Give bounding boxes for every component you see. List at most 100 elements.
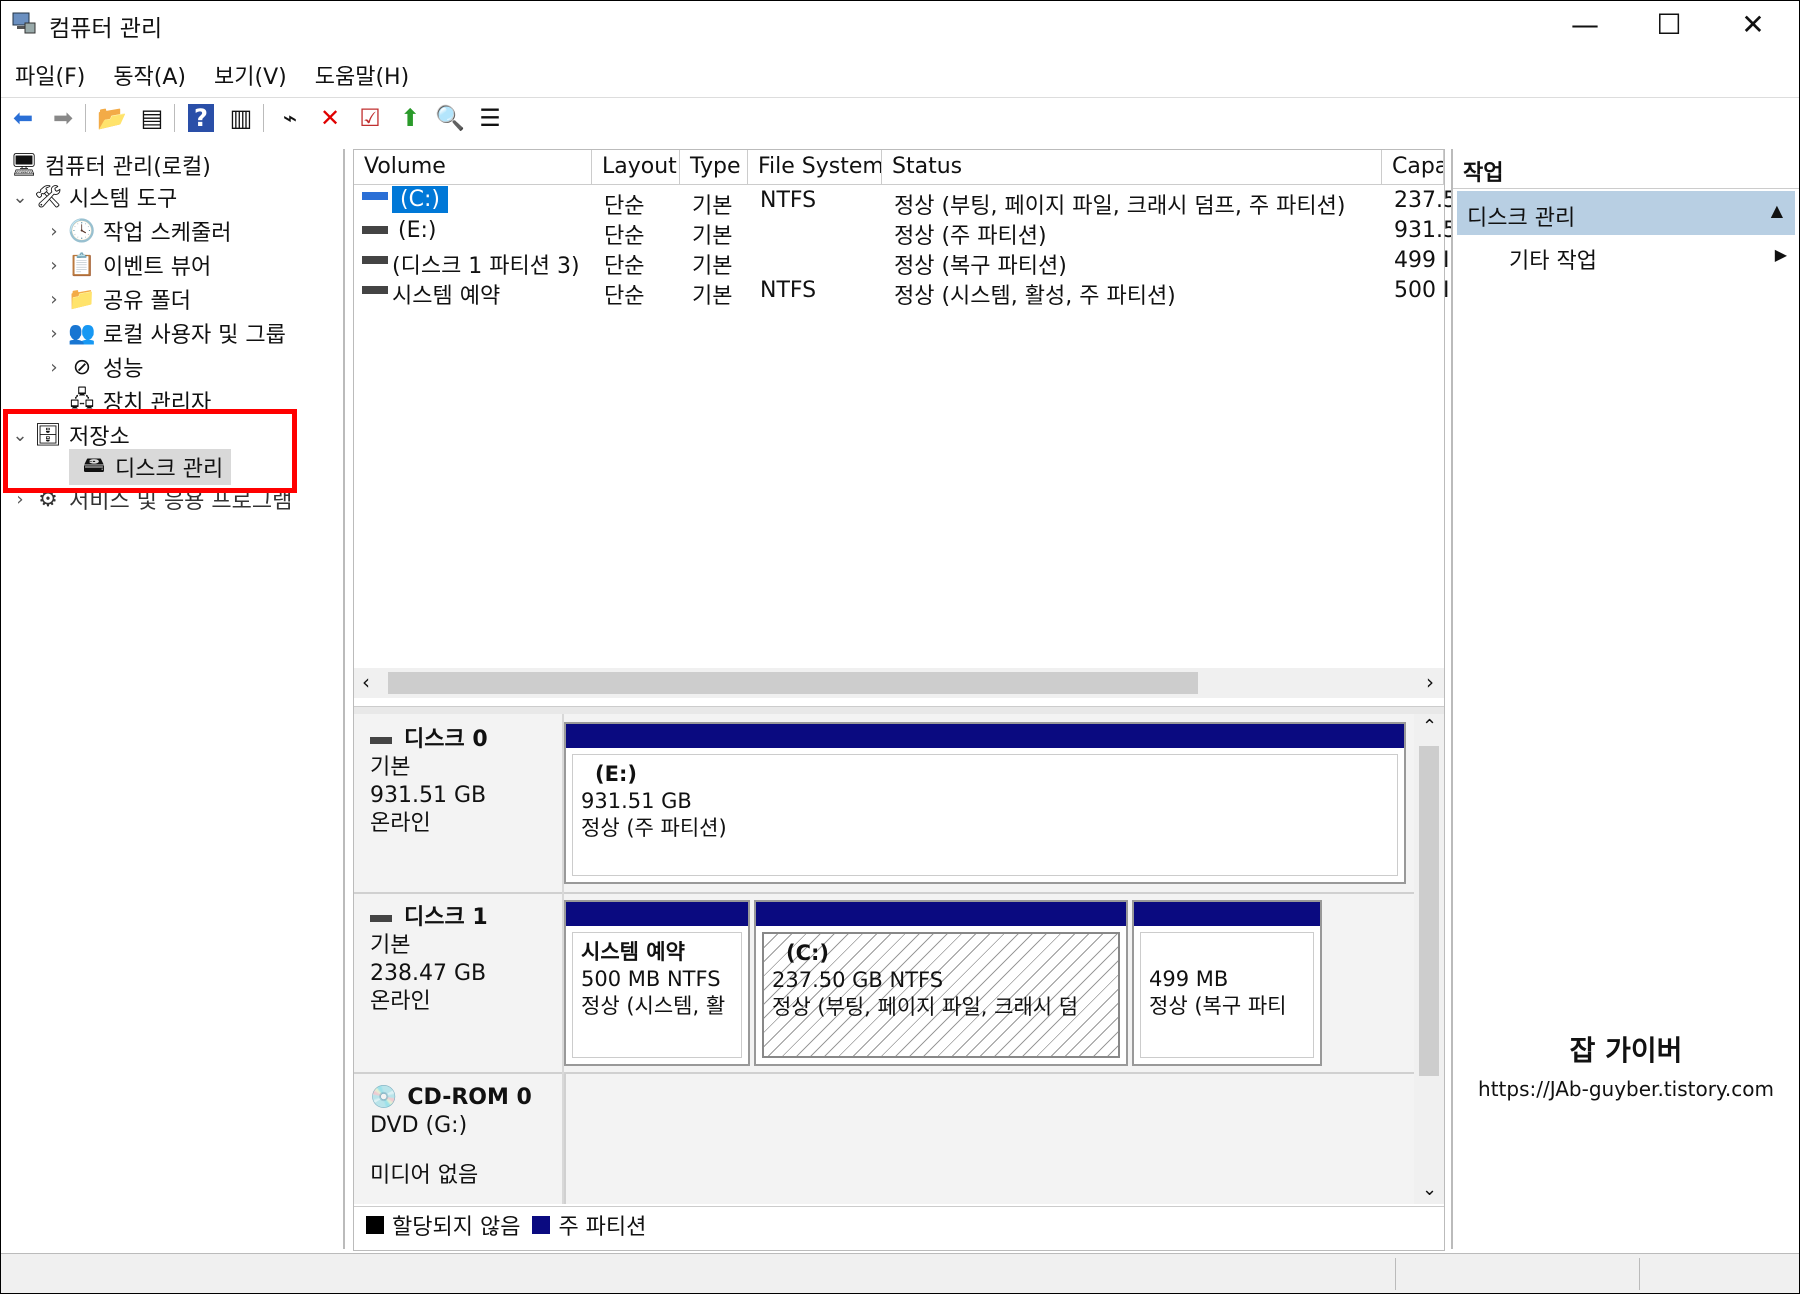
connect-drive-button[interactable]: ⌁ [272,101,308,135]
export-button[interactable]: ⬆ [392,101,428,135]
close-button[interactable]: ✕ [1711,1,1795,47]
status-divider [1395,1258,1396,1290]
scroll-right-icon[interactable]: › [1426,670,1434,694]
back-button[interactable]: ⬅ [5,101,41,135]
scrollbar-thumb[interactable] [1419,746,1439,1076]
console-tree-icon: ▤ [140,104,164,132]
toolbar-separator [174,104,175,132]
column-header-volume[interactable]: Volume [354,150,592,184]
volume-fs: NTFS [760,278,817,303]
column-header-file-system[interactable]: File System [748,150,882,184]
tree-item-performance[interactable]: › ⊘ 성능 [43,351,143,383]
partition-size: 931.51 GB [581,789,692,813]
disk-1-row: 디스크 1 기본 238.47 GB 온라인 시스템 예약 500 MB NTF… [354,892,1414,1074]
chevron-right-icon[interactable]: › [43,255,65,276]
scrollbar-thumb[interactable] [388,672,1198,694]
collapse-up-icon[interactable]: ▲ [1771,201,1783,220]
menu-help[interactable]: 도움말(H) [301,51,423,95]
tools-icon: 🛠 [34,184,62,210]
vertical-scrollbar[interactable]: ⌃ ⌄ [1414,714,1444,1204]
chevron-right-icon[interactable]: › [43,221,65,242]
partition-e[interactable]: (E:) 931.51 GB 정상 (주 파티션) [564,722,1406,884]
actions-section-disk-management[interactable]: 디스크 관리 ▲ [1457,191,1795,235]
delete-button[interactable]: ✕ [312,101,348,135]
column-header-layout[interactable]: Layout [592,150,680,184]
submenu-arrow-icon: ▶ [1774,245,1787,264]
tree-item-event-viewer[interactable]: › 📋 이벤트 뷰어 [43,249,211,281]
checklist-icon: ☰ [479,104,501,132]
tree-item-local-users[interactable]: › 👥 로컬 사용자 및 그룹 [43,317,286,349]
minimize-button[interactable]: — [1543,1,1627,47]
column-header-type[interactable]: Type [680,150,748,184]
scroll-up-icon[interactable]: ⌃ [1422,716,1437,737]
column-header-capacity[interactable]: Capa [1382,150,1444,184]
maximize-button[interactable]: ☐ [1627,1,1711,47]
arrow-right-icon: ➡ [52,104,74,132]
chevron-right-icon[interactable]: › [43,357,65,378]
tree-item-services[interactable]: › ⚙ 서비스 및 응용 프로그램 [9,483,292,515]
tree-item-label: 시스템 도구 [69,187,178,212]
tree-item-label: 저장소 [69,425,130,450]
forward-button[interactable]: ➡ [45,101,81,135]
partition-recovery[interactable]: 499 MB 정상 (복구 파티 [1132,900,1322,1066]
search-button[interactable]: 🔍 [432,101,468,135]
actions-more[interactable]: 기타 작업 ▶ [1509,243,1795,275]
event-log-icon: 📋 [68,252,96,278]
disk-size: 238.47 GB [370,961,487,986]
actions-more-label: 기타 작업 [1509,249,1597,274]
tree-item-root[interactable]: 🖥 컴퓨터 관리(로컬) [7,149,211,181]
show-hide-action-pane-button[interactable]: ▥ [223,101,259,135]
menu-action[interactable]: 동작(A) [99,51,200,95]
tree-item-device-manager[interactable]: 🖧 장치 관리자 [65,385,211,417]
help-button[interactable]: ? [183,101,219,135]
volume-icon [362,256,388,264]
show-hide-tree-button[interactable]: ▤ [134,101,170,135]
cdrom-0-label[interactable]: 💿 CD-ROM 0 DVD (G:) 미디어 없음 [354,1072,564,1190]
scroll-left-icon[interactable]: ‹ [362,670,370,694]
volume-row[interactable]: (디스크 1 파티션 3) 단순 기본 정상 (복구 파티션) 499 I [354,246,1449,279]
up-level-button[interactable]: 📂 [94,101,130,135]
properties-button[interactable]: ☑ [352,101,388,135]
services-icon: ⚙ [38,486,58,512]
selected-tree-item[interactable]: 🖴 디스크 관리 [69,449,232,485]
disk-1-label[interactable]: 디스크 1 기본 238.47 GB 온라인 [354,892,564,1016]
volume-name: 시스템 예약 [392,284,501,309]
partition-body: (E:) 931.51 GB 정상 (주 파티션) [572,754,1398,876]
connect-icon: ⌁ [282,104,298,132]
scroll-down-icon[interactable]: ⌄ [1422,1179,1437,1200]
chevron-down-icon[interactable]: ⌄ [9,187,31,208]
tree-item-system-tools[interactable]: ⌄ 🛠 시스템 도구 [9,181,177,213]
volume-row[interactable]: (C:) 단순 기본 NTFS 정상 (부팅, 페이지 파일, 크래시 덤프, … [354,186,1457,219]
watermark-url: https://JAb-guyber.tistory.com [1478,1077,1774,1101]
menu-file[interactable]: 파일(F) [1,51,99,95]
chevron-right-icon[interactable]: › [43,289,65,310]
horizontal-scrollbar[interactable]: ‹ › [354,668,1444,698]
tree-item-storage[interactable]: ⌄ 🗄 저장소 [9,419,130,451]
list-button[interactable]: ☰ [472,101,508,135]
menu-view[interactable]: 보기(V) [200,51,301,95]
volume-name: (C:) [392,186,448,213]
volume-list-header: Volume Layout Type File System Status Ca… [354,150,1444,185]
disk-state: 온라인 [370,811,431,836]
chevron-right-icon[interactable]: › [9,489,31,510]
tree-item-disk-management[interactable]: 🖴 디스크 관리 [69,449,232,485]
partition-system-reserved[interactable]: 시스템 예약 500 MB NTFS 정상 (시스템, 활 [564,900,750,1066]
status-divider [1639,1258,1640,1290]
computer-management-icon [12,12,36,34]
search-icon: 🔍 [435,104,465,132]
toolbar-separator [263,104,264,132]
disk-management-pane: Volume Layout Type File System Status Ca… [353,149,1457,1251]
partition-c[interactable]: (C:) 237.50 GB NTFS 정상 (부팅, 페이지 파일, 크래시 … [754,900,1128,1066]
tree-item-task-scheduler[interactable]: › 🕓 작업 스케줄러 [43,215,231,247]
folder-up-icon: 📂 [97,104,127,132]
watermark-title: 잡 가이버 [1569,1034,1683,1067]
column-header-status[interactable]: Status [882,150,1382,184]
volume-row[interactable]: 시스템 예약 단순 기본 NTFS 정상 (시스템, 활성, 주 파티션) 50… [354,276,1449,309]
partition-size: 237.50 GB NTFS [772,968,944,992]
disk-0-label[interactable]: 디스크 0 기본 931.51 GB 온라인 [354,714,564,838]
chevron-down-icon[interactable]: ⌄ [9,425,31,446]
volume-row[interactable]: (E:) 단순 기본 정상 (주 파티션) 931.5 [354,216,1457,249]
chevron-right-icon[interactable]: › [43,323,65,344]
tree-item-shared-folders[interactable]: › 📁 공유 폴더 [43,283,191,315]
arrow-left-icon: ⬅ [12,104,34,132]
